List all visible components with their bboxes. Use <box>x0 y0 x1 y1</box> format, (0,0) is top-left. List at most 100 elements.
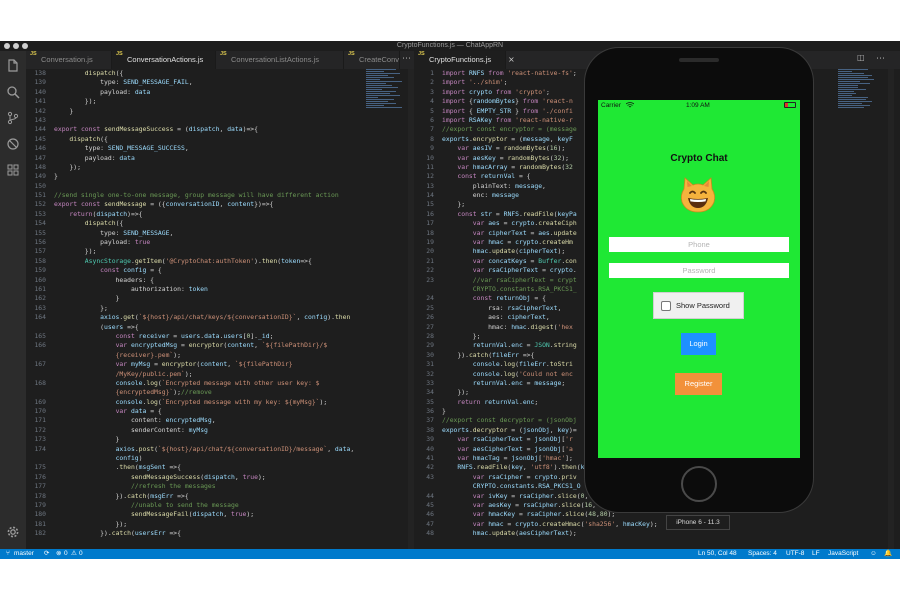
cursor-position[interactable]: Ln 50, Col 48 <box>698 549 737 559</box>
code-line[interactable]: 159 const config = { <box>26 266 366 275</box>
tab-crypto-functions[interactable]: JS CryptoFunctions.js <box>414 51 506 69</box>
right-scrollbar[interactable] <box>888 69 894 549</box>
tab-conversation[interactable]: JS Conversation.js <box>26 51 112 69</box>
code-line[interactable]: 156 payload: true <box>26 238 366 247</box>
code-line[interactable]: 178 }).catch(msgErr =>{ <box>26 492 366 501</box>
tab-create-conv[interactable]: JS CreateConv <box>344 51 400 69</box>
encoding[interactable]: UTF-8 <box>786 549 804 559</box>
code-line[interactable]: 167 var myMsg = encryptor(content, `${fi… <box>26 360 366 369</box>
phone-input[interactable]: Phone <box>609 237 789 252</box>
code-line[interactable]: 169 console.log(`Encrypted message with … <box>26 398 366 407</box>
code-line[interactable]: 175 .then(msgSent =>{ <box>26 463 366 472</box>
code-line[interactable]: 160 headers: { <box>26 276 366 285</box>
search-icon[interactable] <box>5 85 21 101</box>
feedback-smiley-icon[interactable]: ☺ <box>870 549 877 559</box>
home-button[interactable] <box>681 466 717 502</box>
extensions-icon[interactable] <box>5 163 21 179</box>
code-line[interactable]: 161 authorization: token <box>26 285 366 294</box>
login-button[interactable]: Login <box>681 333 716 355</box>
code-line[interactable]: 164 axios.get(`${host}/api/chat/keys/${c… <box>26 313 366 322</box>
close-tab-icon[interactable]: × <box>508 55 515 64</box>
code-line[interactable]: 138 dispatch({ <box>26 69 366 78</box>
code-line[interactable]: 170 var data = { <box>26 407 366 416</box>
warnings-icon[interactable]: ⚠ <box>71 549 77 559</box>
password-input[interactable]: Password <box>609 263 789 278</box>
left-code-editor[interactable]: 138 dispatch({139 type: SEND_MESSAGE_FAI… <box>26 69 366 549</box>
code-line[interactable]: {receiver}.pem`); <box>26 351 366 360</box>
notifications-bell-icon[interactable]: 🔔 <box>884 549 892 559</box>
code-line[interactable]: 154 dispatch({ <box>26 219 366 228</box>
code-line[interactable]: 47 var hmac = crypto.createHmac('sha256'… <box>414 520 834 529</box>
code-line[interactable]: 151 //send single one-to-one message, gro… <box>26 191 366 200</box>
code-line[interactable]: 148 }); <box>26 163 366 172</box>
close-window-button[interactable] <box>4 43 10 49</box>
debug-icon[interactable] <box>5 137 21 153</box>
errors-icon[interactable]: ⊗ <box>56 549 61 559</box>
code-line[interactable]: 168 console.log(`Encrypted message with … <box>26 379 366 388</box>
code-line[interactable]: 174 axios.post(`${host}/api/chat/${conve… <box>26 445 366 454</box>
code-line[interactable]: 166 var encryptedMsg = encryptor(content… <box>26 341 366 350</box>
show-password-toggle[interactable]: Show Password <box>653 292 744 319</box>
sync-icon[interactable]: ⟳ <box>44 549 49 559</box>
code-line[interactable]: 144 export const sendMessageSuccess = (di… <box>26 125 366 134</box>
code-line[interactable]: {encryptedMsg}`);//remove <box>26 388 366 397</box>
code-line[interactable]: 157 }); <box>26 247 366 256</box>
code-line[interactable]: 165 const receiver = users.data.users[0]… <box>26 332 366 341</box>
code-line[interactable]: 150 <box>26 182 366 191</box>
code-line[interactable]: 139 type: SEND_MESSAGE_FAIL, <box>26 78 366 87</box>
warning-count[interactable]: 0 <box>79 549 83 559</box>
indentation[interactable]: Spaces: 4 <box>748 549 777 559</box>
code-line[interactable]: 155 type: SEND_MESSAGE, <box>26 229 366 238</box>
git-branch-icon[interactable]: ⑂ <box>6 549 10 559</box>
more-actions-icon[interactable]: ⋯ <box>402 51 411 67</box>
code-line[interactable]: 146 type: SEND_MESSAGE_SUCCESS, <box>26 144 366 153</box>
tab-conversation-list-actions[interactable]: JS ConversationListActions.js <box>216 51 344 69</box>
code-line[interactable]: 176 sendMessageSuccess(dispatch, true); <box>26 473 366 482</box>
code-line[interactable]: 143 <box>26 116 366 125</box>
branch-name[interactable]: master <box>14 549 34 559</box>
split-editor-icon[interactable]: ◫ <box>857 50 865 66</box>
more-actions-icon[interactable]: ⋯ <box>876 51 885 67</box>
error-count[interactable]: 0 <box>64 549 68 559</box>
line-number: 154 <box>34 219 46 228</box>
code-text: const str = RNFS.readFile(keyPa <box>457 209 577 218</box>
code-line[interactable]: 182 }).catch(usersErr =>{ <box>26 529 366 538</box>
code-line[interactable]: 152 export const sendMessage = ({conversa… <box>26 200 366 209</box>
language-mode[interactable]: JavaScript <box>828 549 858 559</box>
register-button[interactable]: Register <box>675 373 722 395</box>
settings-gear-icon[interactable] <box>5 525 21 541</box>
code-line[interactable]: 158 AsyncStorage.getItem('@CryptoChat:au… <box>26 257 366 266</box>
code-text: var aesKey = randomBytes(32); <box>457 153 570 162</box>
code-line[interactable]: /MyKey/public.pem`); <box>26 370 366 379</box>
code-line[interactable]: 181 }); <box>26 520 366 529</box>
code-line[interactable]: 141 }); <box>26 97 366 106</box>
right-minimap[interactable] <box>838 69 878 159</box>
zoom-window-button[interactable] <box>22 43 28 49</box>
code-line[interactable]: 179 //unable to send the message <box>26 501 366 510</box>
code-line[interactable]: config) <box>26 454 366 463</box>
code-line[interactable]: (users =>{ <box>26 323 366 332</box>
code-line[interactable]: 48 hmac.update(aesCipherText); <box>414 529 834 538</box>
code-line[interactable]: 142 } <box>26 107 366 116</box>
minimize-window-button[interactable] <box>13 43 19 49</box>
files-icon[interactable] <box>5 59 21 75</box>
code-line[interactable]: 180 sendMessageFail(dispatch, true); <box>26 510 366 519</box>
code-line[interactable]: 140 payload: data <box>26 88 366 97</box>
code-line[interactable]: 172 senderContent: myMsg <box>26 426 366 435</box>
line-number: 12 <box>426 172 434 181</box>
code-line[interactable]: 147 payload: data <box>26 154 366 163</box>
line-ending[interactable]: LF <box>812 549 820 559</box>
code-line[interactable]: 153 return(dispatch)=>{ <box>26 210 366 219</box>
code-line[interactable]: 149} <box>26 172 366 181</box>
code-line[interactable]: 163 }; <box>26 304 366 313</box>
show-password-checkbox[interactable] <box>661 301 671 311</box>
code-line[interactable]: 173 } <box>26 435 366 444</box>
left-minimap[interactable] <box>366 69 406 159</box>
code-line[interactable]: 162 } <box>26 294 366 303</box>
source-control-icon[interactable] <box>5 111 21 127</box>
code-line[interactable]: 171 content: encryptedMsg, <box>26 416 366 425</box>
code-line[interactable]: 177 //refresh the messages <box>26 482 366 491</box>
code-line[interactable]: 145 dispatch({ <box>26 135 366 144</box>
tab-conversation-actions[interactable]: JS ConversationActions.js <box>112 51 216 69</box>
code-text: hmac.update(aesCipherText); <box>472 529 577 538</box>
